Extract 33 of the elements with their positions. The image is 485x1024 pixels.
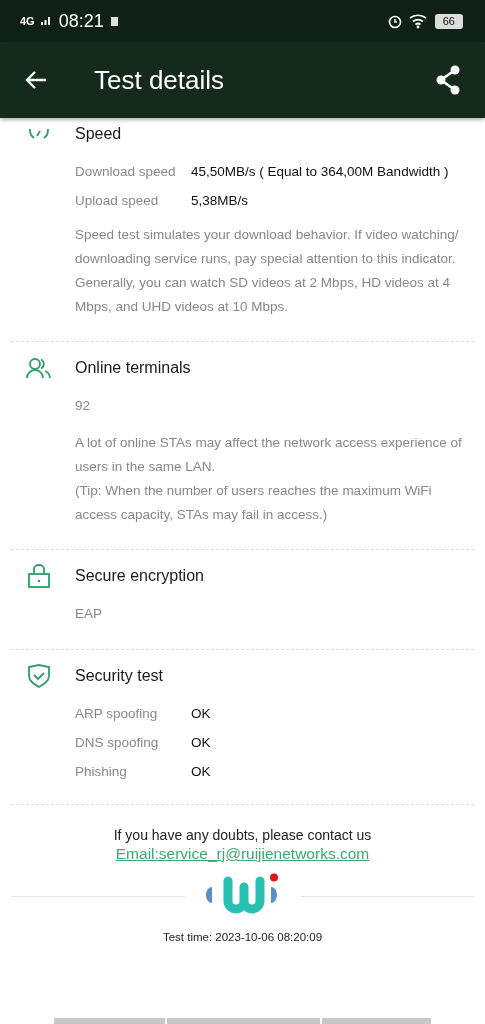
signal-icon: [40, 17, 51, 25]
back-arrow-icon[interactable]: [24, 70, 48, 90]
row-value: OK: [191, 763, 211, 781]
row-value: OK: [191, 734, 211, 752]
description-text: Speed test simulates your download behavior. If video watching/ downloading service runs, pay special attention to this indicator. Generally, you can watch SD videos at 2 Mbps, HD videos at 4 Mbps, and UHD videos at 10 Mbps.: [75, 226, 460, 316]
description-text: (Tip: When the number of users reaches the maximum WiFi access capacity, STAs may fail in access.): [75, 482, 433, 524]
wifi-icon: [408, 13, 429, 29]
email-link[interactable]: Email:service_rj@ruijienetworks.com: [115, 845, 370, 863]
section-title: Secure encryption: [75, 567, 204, 585]
battery-indicator: 66: [434, 13, 463, 29]
contact-text: If you have any doubts, please contact us: [113, 827, 372, 843]
section-title: Security test: [75, 667, 164, 685]
row-value: 45,50MB/s ( Equal to 364,00M Bandwidth ): [191, 163, 449, 181]
row-label: Download speed: [75, 163, 177, 181]
row-label: Phishing: [75, 763, 128, 781]
page-title: Test details: [94, 64, 226, 96]
row-value: OK: [191, 705, 211, 723]
storage-icon: [109, 15, 120, 27]
row-label: DNS spoofing: [75, 734, 160, 752]
users-icon: [24, 357, 54, 379]
test-time: Test time: 2023-10-06 08:20:09: [161, 931, 324, 943]
clock: 08:21: [58, 10, 104, 32]
description-text: A lot of online STAs may affect the network access experience of users in the same LAN.: [75, 434, 463, 476]
row-label: ARP spoofing: [75, 705, 159, 723]
section-value: EAP: [75, 605, 103, 623]
section-title: Speed: [75, 125, 122, 143]
network-indicator: 4G: [20, 15, 35, 27]
section-value: 92: [75, 397, 92, 415]
row-value: 5,38MB/s: [191, 192, 249, 210]
alarm-icon: [386, 13, 403, 29]
section-title: Online terminals: [75, 359, 191, 377]
row-label: Upload speed: [75, 192, 160, 210]
share-icon[interactable]: [435, 65, 461, 95]
